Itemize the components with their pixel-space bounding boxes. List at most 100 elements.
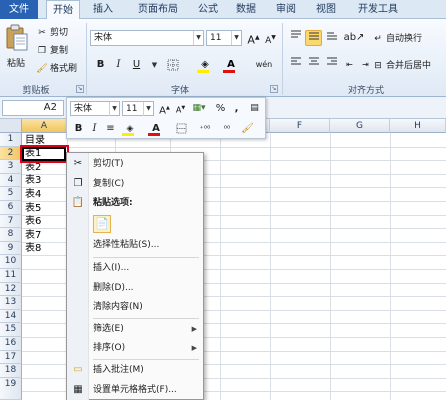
row-header[interactable]: 6 xyxy=(0,201,22,215)
orientation-button[interactable]: ab↗ xyxy=(343,30,365,46)
row-header[interactable]: 1 xyxy=(0,133,22,147)
menu-item-insert[interactable]: 插入(I)... xyxy=(67,258,203,278)
mini-decrease-decimal-button[interactable]: ⁰⁰ xyxy=(217,121,237,136)
mini-font-name-select[interactable]: 宋体 ▼ xyxy=(70,101,120,116)
tab-formulas[interactable]: 公式 xyxy=(194,0,222,19)
mini-borders-button[interactable] xyxy=(171,121,191,136)
bold-button[interactable]: B xyxy=(92,57,109,73)
row-header[interactable]: 10 xyxy=(0,255,22,269)
cell-a9[interactable]: 表8 xyxy=(25,242,41,255)
decrease-indent-button[interactable]: ⇤ xyxy=(341,57,358,73)
column-header-f[interactable]: F xyxy=(270,119,330,133)
cell-a5[interactable]: 表4 xyxy=(25,188,41,201)
borders-button[interactable] xyxy=(162,57,184,73)
select-all-corner[interactable] xyxy=(0,119,22,133)
align-center-button[interactable] xyxy=(305,57,322,73)
row-header[interactable]: 17 xyxy=(0,350,22,365)
paste-button[interactable]: 粘贴 xyxy=(3,22,31,78)
column-header-a[interactable]: A xyxy=(22,119,67,133)
align-bottom-button[interactable] xyxy=(323,30,340,46)
fill-color-button[interactable]: ◈ xyxy=(194,57,216,73)
tab-insert[interactable]: 插入 xyxy=(88,0,118,19)
underline-button[interactable]: U xyxy=(128,57,145,73)
cell-a4[interactable]: 表3 xyxy=(25,174,41,187)
menu-item-copy[interactable]: ❐ 复制(C) xyxy=(67,174,203,194)
row-header[interactable]: 11 xyxy=(0,269,22,283)
menu-item-insert-comment[interactable]: ▭ 插入批注(M) xyxy=(67,360,203,380)
align-left-button[interactable] xyxy=(287,57,304,73)
menu-item-filter[interactable]: 筛选(E) ▶ xyxy=(67,319,203,339)
align-top-icon xyxy=(290,30,301,38)
row-header[interactable]: 13 xyxy=(0,296,22,310)
row-header[interactable]: 3 xyxy=(0,160,22,174)
column-header-g[interactable]: G xyxy=(330,119,390,133)
tab-view[interactable]: 视图 xyxy=(312,0,340,19)
merge-center-button[interactable]: ⊟ 合并后居中 xyxy=(372,58,431,74)
mini-comma-button[interactable]: , xyxy=(228,101,245,116)
row-header[interactable]: 2 xyxy=(0,146,22,161)
format-painter-button[interactable]: 🖌 格式刷 xyxy=(36,61,77,77)
align-top-button[interactable] xyxy=(287,30,304,46)
mini-fill-color-button[interactable]: ◈ xyxy=(119,121,141,136)
italic-button[interactable]: I xyxy=(110,57,127,73)
row-header[interactable]: 14 xyxy=(0,309,22,324)
mini-accounting-format-button[interactable]: ▦▾ xyxy=(188,101,210,116)
tab-review[interactable]: 审阅 xyxy=(272,0,300,19)
clipboard-launcher-icon[interactable]: ↘ xyxy=(76,85,84,93)
shrink-font-button[interactable]: A▼ xyxy=(262,30,279,46)
cell-a8[interactable]: 表7 xyxy=(25,229,41,242)
tab-file[interactable]: 文件 xyxy=(0,0,38,19)
row-header[interactable]: 12 xyxy=(0,282,22,297)
tab-page-layout[interactable]: 页面布局 xyxy=(130,0,186,19)
menu-item-format-cells[interactable]: ▦ 设置单元格格式(F)... xyxy=(67,380,203,400)
align-right-button[interactable] xyxy=(323,57,340,73)
mini-font-size-select[interactable]: 11 ▼ xyxy=(122,101,154,116)
menu-item-sort[interactable]: 排序(O) ▶ xyxy=(67,338,203,358)
grow-font-button[interactable]: A▲ xyxy=(245,30,262,47)
row-header[interactable]: 7 xyxy=(0,214,22,229)
menu-item-clear-contents[interactable]: 清除内容(N) xyxy=(67,297,203,317)
copy-button[interactable]: ❐ 复制 xyxy=(36,43,68,59)
row-header[interactable]: 5 xyxy=(0,187,22,201)
mini-italic-button[interactable]: I xyxy=(86,121,103,136)
menu-item-cut[interactable]: ✂ 剪切(T) xyxy=(67,154,203,174)
font-launcher-icon[interactable]: ↘ xyxy=(270,85,278,93)
row-header[interactable]: 19 xyxy=(0,377,22,400)
column-header-h[interactable]: H xyxy=(390,119,446,133)
paste-option-icon[interactable]: 📄 xyxy=(93,215,111,233)
cell-a6[interactable]: 表5 xyxy=(25,202,41,215)
row-header[interactable]: 15 xyxy=(0,323,22,337)
row-header[interactable]: 9 xyxy=(0,241,22,256)
wrap-text-button[interactable]: ↵ 自动换行 xyxy=(372,31,422,47)
underline-dropdown-icon[interactable]: ▼ xyxy=(146,57,163,73)
font-color-swatch xyxy=(148,133,160,136)
row-header[interactable]: 16 xyxy=(0,337,22,351)
row-header[interactable]: 18 xyxy=(0,364,22,378)
tab-developer[interactable]: 开发工具 xyxy=(354,0,402,19)
mini-shrink-font-button[interactable]: A▼ xyxy=(172,101,189,116)
mini-align-button[interactable]: ≡ xyxy=(102,121,119,136)
font-name-select[interactable]: 宋体 ▼ xyxy=(90,30,204,46)
name-box[interactable]: A2 xyxy=(2,100,64,116)
font-color-button[interactable]: A xyxy=(220,57,242,73)
font-size-select[interactable]: 11 ▼ xyxy=(206,30,242,46)
cut-button[interactable]: ✂ 剪切 xyxy=(36,25,68,41)
cell-a7[interactable]: 表6 xyxy=(25,215,41,228)
mini-format-table-button[interactable]: ▤ xyxy=(246,101,263,116)
align-middle-button[interactable] xyxy=(305,30,322,46)
tab-data[interactable]: 数据 xyxy=(232,0,260,19)
menu-item-delete[interactable]: 删除(D)... xyxy=(67,278,203,298)
paint-bucket-icon: ◈ xyxy=(201,59,209,70)
mini-bold-button[interactable]: B xyxy=(70,121,87,136)
mini-format-painter-button[interactable]: 🖌 xyxy=(239,121,256,136)
tab-home[interactable]: 开始 xyxy=(46,0,80,20)
mini-font-color-button[interactable]: A xyxy=(145,121,167,136)
phonetic-button[interactable]: wén xyxy=(252,57,276,73)
row-header[interactable]: 8 xyxy=(0,228,22,242)
row-header[interactable]: 4 xyxy=(0,173,22,188)
mini-increase-decimal-button[interactable]: ⁺⁰⁰ xyxy=(195,121,215,136)
mini-percent-button[interactable]: % xyxy=(212,101,229,116)
menu-item-paste-special[interactable]: 选择性粘贴(S)... xyxy=(67,235,203,255)
copy-icon: ❐ xyxy=(37,46,47,56)
mini-grow-font-button[interactable]: A▲ xyxy=(156,101,173,116)
